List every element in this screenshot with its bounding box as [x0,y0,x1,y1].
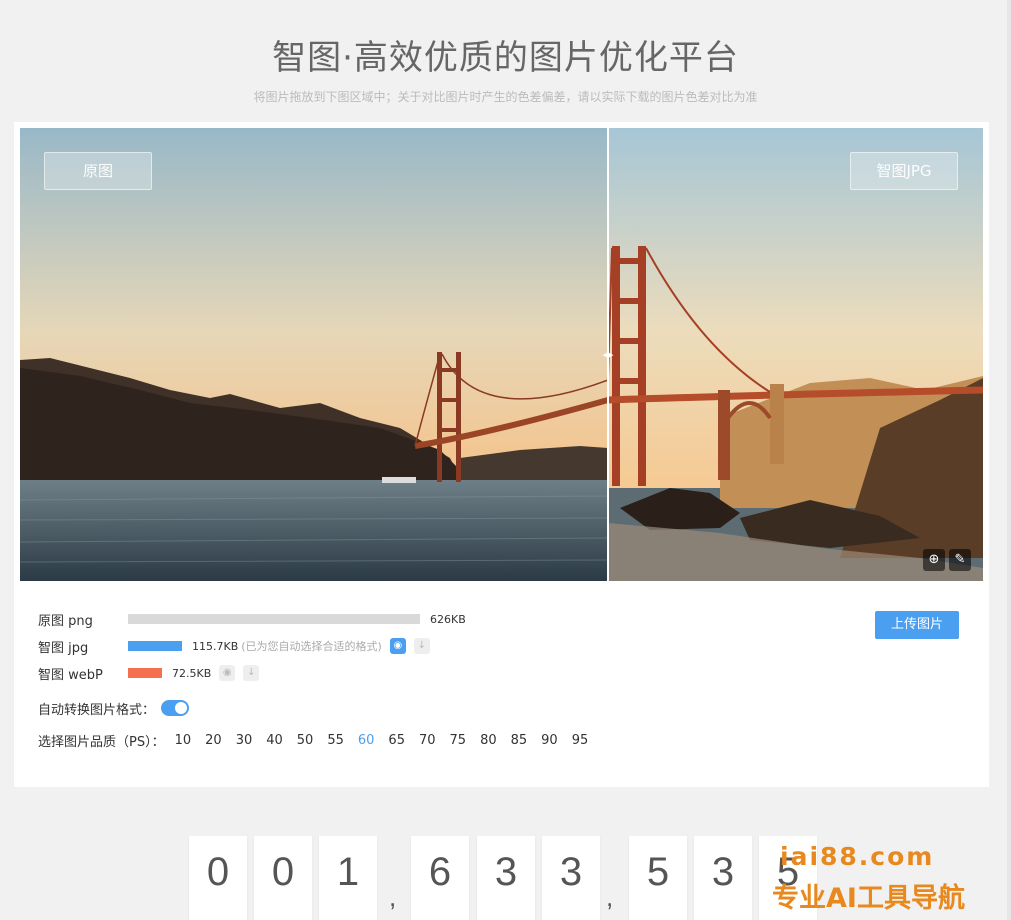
quality-option-95[interactable]: 95 [572,733,589,748]
page-scrollbar[interactable] [1007,0,1011,920]
bridge-photo [20,128,983,581]
auto-format-note: (已为您自动选择合适的格式) [241,640,382,653]
page-subtitle: 将图片拖放到下图区域中；关于对比图片时产生的色差偏差，请以实际下载的图片色差对比… [253,90,758,104]
file-label: 智图 jpg [38,640,89,656]
divider-drag-handle-icon[interactable]: ◂▸ [600,347,616,363]
file-row-jpg: 智图 jpg 115.7KB (已为您自动选择合适的格式) ◉ ↓ [38,636,430,656]
counter-separator: , [389,882,397,912]
file-size: 115.7KB [192,639,239,653]
auto-convert-toggle[interactable] [161,700,190,716]
quality-options: 10 20 30 40 50 55 60 65 70 75 80 85 90 95 [175,733,589,748]
quality-option-30[interactable]: 30 [236,733,253,748]
file-size-bar [128,614,420,624]
file-size: 626KB [430,612,466,626]
quality-option-60[interactable]: 60 [358,733,375,748]
quality-option-65[interactable]: 65 [388,733,405,748]
image-compare-area[interactable]: 原图 智图JPG ◂▸ ⊕ ✎ [20,128,983,581]
quality-label: 选择图片品质（PS）： [38,734,165,750]
color-picker-icon[interactable]: ✎ [949,549,971,571]
preview-eye-icon[interactable]: ◉ [389,638,406,654]
upload-image-button[interactable]: 上传图片 [875,611,959,639]
counter-digit: 3 [542,836,600,920]
quality-option-50[interactable]: 50 [297,733,314,748]
quality-option-70[interactable]: 70 [419,733,436,748]
quality-option-90[interactable]: 90 [541,733,558,748]
file-size: 72.5KB [172,666,212,680]
quality-option-10[interactable]: 10 [175,733,192,748]
auto-convert-row: 自动转换图片格式： [38,698,190,718]
quality-option-55[interactable]: 55 [327,733,344,748]
quality-option-75[interactable]: 75 [450,733,467,748]
counter-digit: 3 [477,836,535,920]
counter-digit: 6 [411,836,469,920]
quality-row: 选择图片品质（PS）： 10 20 30 40 50 55 60 65 70 75 80 85 90 95 [38,730,588,750]
file-row-png: 原图 png 626KB [38,609,466,629]
counter-digit: 1 [319,836,377,920]
file-size-bar [128,641,182,651]
file-label: 智图 webP [38,667,103,683]
auto-convert-label: 自动转换图片格式： [38,702,156,718]
zoom-in-icon[interactable]: ⊕ [923,549,945,571]
watermark-domain: iai88.com [780,842,935,871]
counter-separator: , [606,882,614,912]
optimizer-card: 原图 智图JPG ◂▸ ⊕ ✎ 原图 png 626KB 智图 jpg 115.… [14,122,989,787]
page-title: 智图·高效优质的图片优化平台 [272,38,739,78]
watermark-tagline: 专业AI工具导航 [772,883,965,914]
counter-digit: 3 [694,836,752,920]
original-image-tag: 原图 [44,152,152,190]
file-row-webp: 智图 webP 72.5KB ◉ ↓ [38,663,260,683]
quality-option-85[interactable]: 85 [511,733,528,748]
download-icon[interactable]: ↓ [243,665,260,681]
counter-digit: 0 [254,836,312,920]
preview-eye-icon[interactable]: ◉ [219,665,236,681]
quality-option-20[interactable]: 20 [205,733,222,748]
counter-digit: 5 [629,836,687,920]
file-label: 原图 png [38,613,93,629]
quality-option-80[interactable]: 80 [480,733,497,748]
download-icon[interactable]: ↓ [413,638,430,654]
quality-option-40[interactable]: 40 [266,733,283,748]
counter-digit: 0 [189,836,247,920]
optimized-image-tag: 智图JPG [850,152,958,190]
file-size-bar [128,668,162,678]
